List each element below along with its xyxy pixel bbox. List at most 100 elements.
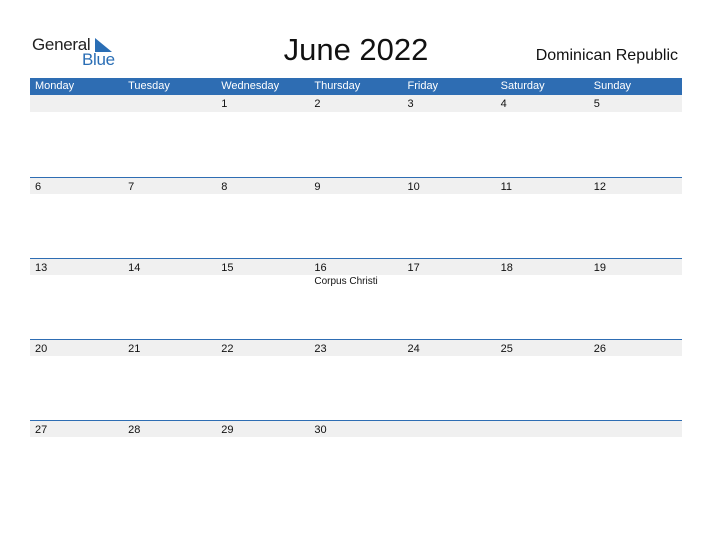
- day-number: 6: [35, 181, 42, 193]
- holiday-event: [403, 437, 496, 438]
- weekday-friday: Friday: [407, 80, 439, 92]
- day-cell[interactable]: 28: [123, 421, 216, 437]
- day-number-strip: 6 7 8 9 10 11 12: [30, 177, 682, 194]
- day-number: 19: [593, 262, 606, 274]
- day-cell[interactable]: 12: [589, 178, 682, 194]
- week-row: 20 21 22 23 24 25 26: [30, 339, 682, 420]
- holiday-event: [30, 275, 123, 287]
- day-number-strip: 13 14 15 16 17 18 19: [30, 258, 682, 275]
- day-cell[interactable]: 15: [216, 259, 309, 275]
- day-cell[interactable]: [123, 95, 216, 112]
- events-area: Corpus Christi: [30, 275, 682, 287]
- day-number: 10: [407, 181, 420, 193]
- day-cell[interactable]: 9: [309, 178, 402, 194]
- day-cell[interactable]: [589, 421, 682, 437]
- day-cell[interactable]: 30: [309, 421, 402, 437]
- holiday-event: [123, 437, 216, 438]
- day-number: 1: [221, 98, 228, 110]
- day-cell[interactable]: 13: [30, 259, 123, 275]
- holiday-event: [496, 194, 589, 195]
- day-cell[interactable]: 29: [216, 421, 309, 437]
- day-number: 8: [221, 181, 228, 193]
- weekday-thursday: Thursday: [314, 80, 361, 92]
- holiday-event: [496, 275, 589, 287]
- day-cell[interactable]: 11: [496, 178, 589, 194]
- holiday-event: [123, 275, 216, 287]
- holiday-event: [123, 194, 216, 195]
- holiday-event: Corpus Christi: [314, 276, 378, 287]
- day-number: 27: [35, 424, 48, 436]
- day-cell[interactable]: 25: [496, 340, 589, 356]
- day-cell[interactable]: 16: [309, 259, 402, 275]
- day-cell[interactable]: 14: [123, 259, 216, 275]
- weekday-saturday: Saturday: [500, 80, 545, 92]
- holiday-event: [216, 194, 309, 195]
- holiday-event: [30, 437, 123, 438]
- day-cell[interactable]: 10: [403, 178, 496, 194]
- day-cell[interactable]: 17: [403, 259, 496, 275]
- day-number: 4: [500, 98, 507, 110]
- day-number: 11: [500, 181, 513, 193]
- weekday-wednesday: Wednesday: [221, 80, 280, 92]
- day-number: 22: [221, 343, 234, 355]
- day-cell[interactable]: [403, 421, 496, 437]
- day-cell[interactable]: 21: [123, 340, 216, 356]
- weekday-tuesday: Tuesday: [128, 80, 170, 92]
- day-number: 2: [314, 98, 321, 110]
- holiday-event: [589, 356, 682, 357]
- day-number: 16: [314, 262, 327, 274]
- day-number: 17: [407, 262, 420, 274]
- weekday-header: Monday Tuesday Wednesday Thursday Friday…: [30, 78, 682, 95]
- holiday-event: [216, 356, 309, 357]
- events-area: [30, 356, 682, 357]
- day-cell[interactable]: 7: [123, 178, 216, 194]
- day-cell[interactable]: [30, 95, 123, 112]
- day-cell[interactable]: 6: [30, 178, 123, 194]
- day-cell[interactable]: [496, 421, 589, 437]
- day-number: 5: [593, 98, 600, 110]
- holiday-event: [589, 194, 682, 195]
- holiday-event: [123, 112, 216, 113]
- day-number: 12: [593, 181, 606, 193]
- holiday-event: [403, 275, 496, 287]
- day-number: 15: [221, 262, 234, 274]
- day-cell[interactable]: 8: [216, 178, 309, 194]
- week-row: 1 2 3 4 5: [30, 95, 682, 176]
- day-cell[interactable]: 19: [589, 259, 682, 275]
- day-cell[interactable]: 23: [309, 340, 402, 356]
- day-cell[interactable]: 20: [30, 340, 123, 356]
- holiday-event: [309, 194, 402, 195]
- day-cell[interactable]: 4: [496, 95, 589, 112]
- events-area: [30, 112, 682, 113]
- day-cell[interactable]: 5: [589, 95, 682, 112]
- day-number-strip: 20 21 22 23 24 25 26: [30, 339, 682, 356]
- day-cell[interactable]: 22: [216, 340, 309, 356]
- holiday-event: [216, 437, 309, 438]
- day-cell[interactable]: 26: [589, 340, 682, 356]
- day-number-strip: 27 28 29 30: [30, 420, 682, 437]
- day-cell[interactable]: 18: [496, 259, 589, 275]
- day-cell[interactable]: 3: [403, 95, 496, 112]
- day-cell[interactable]: 27: [30, 421, 123, 437]
- day-cell[interactable]: 1: [216, 95, 309, 112]
- weekday-sunday: Sunday: [593, 80, 632, 92]
- holiday-event: [589, 112, 682, 113]
- day-number: 29: [221, 424, 234, 436]
- events-area: [30, 437, 682, 438]
- week-row: 27 28 29 30: [30, 420, 682, 501]
- holiday-event: [123, 356, 216, 357]
- day-cell[interactable]: 2: [309, 95, 402, 112]
- holiday-event: [403, 194, 496, 195]
- holiday-event: [496, 437, 589, 438]
- day-cell[interactable]: 24: [403, 340, 496, 356]
- holiday-event: [589, 275, 682, 287]
- day-number: 3: [407, 98, 414, 110]
- week-row: 13 14 15 16 17 18 19 Corpus Christi: [30, 258, 682, 339]
- holiday-event: [30, 194, 123, 195]
- events-area: [30, 194, 682, 195]
- holiday-event: [496, 356, 589, 357]
- day-number: 21: [128, 343, 141, 355]
- day-number-strip: 1 2 3 4 5: [30, 95, 682, 112]
- holiday-event: [30, 112, 123, 113]
- holiday-event: [496, 112, 589, 113]
